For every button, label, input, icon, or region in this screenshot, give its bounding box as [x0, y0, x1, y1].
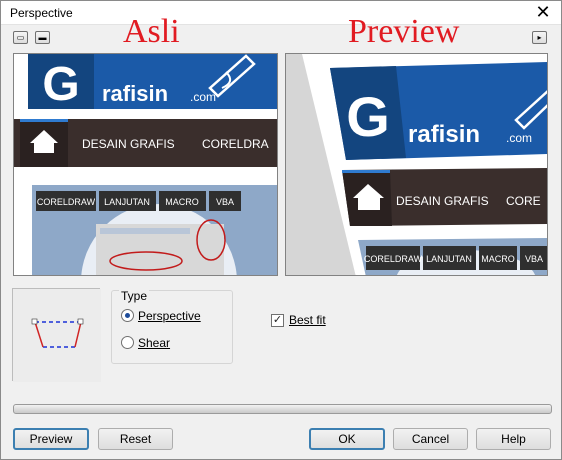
preview-image: G rafisin .com DESAIN GRAFIS CORE CORELD…: [286, 54, 547, 275]
tag-coreldraw: CORELDRAW: [37, 197, 96, 207]
tag-vba: VBA: [216, 197, 234, 207]
radio-perspective-label[interactable]: Perspective: [138, 309, 201, 323]
nav-item-coreldraw: CORELDRA: [202, 137, 269, 151]
perspective-dialog: Perspective ✕ ▭ ▬ ▸ Asli Preview G rafis…: [0, 0, 562, 460]
perspective-shape-icon: [13, 289, 101, 382]
title-bar: Perspective ✕: [1, 1, 561, 25]
logo-g-letter: G: [42, 58, 79, 111]
close-button[interactable]: ✕: [533, 2, 553, 22]
logo-suffix: .com: [190, 90, 216, 104]
perspective-thumbnail: [12, 288, 101, 382]
preview-logo-text: rafisin: [408, 121, 480, 148]
help-button[interactable]: Help: [476, 428, 551, 450]
radio-shear[interactable]: [121, 336, 134, 349]
preview-pane: G rafisin .com DESAIN GRAFIS CORE CORELD…: [285, 53, 548, 276]
play-arrow-icon[interactable]: ▸: [532, 31, 547, 44]
window-title: Perspective: [10, 6, 73, 20]
best-fit-checkbox[interactable]: ✓: [271, 314, 284, 327]
preview-tag-coreldraw: CORELDRAW: [364, 254, 423, 264]
tag-macro: MACRO: [165, 197, 199, 207]
minimize-icon[interactable]: ▬: [35, 31, 50, 44]
original-pane: G rafisin .com DESAIN GRAFIS CORELDRA CO…: [13, 53, 278, 276]
preview-header: Preview: [348, 13, 460, 50]
ok-button[interactable]: OK: [309, 428, 385, 450]
logo-text: rafisin: [102, 81, 168, 106]
restore-icon[interactable]: ▭: [13, 31, 28, 44]
reset-button[interactable]: Reset: [98, 428, 173, 450]
cancel-button[interactable]: Cancel: [393, 428, 468, 450]
best-fit-label[interactable]: Best fit: [289, 313, 326, 327]
tag-lanjutan: LANJUTAN: [104, 197, 150, 207]
type-legend: Type: [119, 289, 150, 303]
radio-perspective[interactable]: [121, 309, 134, 322]
progress-bar: [13, 404, 552, 414]
nav-item-desain: DESAIN GRAFIS: [82, 137, 175, 151]
preview-tag-lanjutan: LANJUTAN: [426, 254, 472, 264]
preview-logo-suffix: .com: [506, 131, 532, 145]
preview-tag-vba: VBA: [525, 254, 543, 264]
original-header: Asli: [123, 13, 180, 50]
radio-shear-label[interactable]: Shear: [138, 336, 170, 350]
preview-logo-g: G: [346, 85, 390, 148]
original-image: G rafisin .com DESAIN GRAFIS CORELDRA CO…: [14, 54, 277, 275]
preview-nav-core: CORE: [506, 194, 541, 208]
preview-button[interactable]: Preview: [13, 428, 89, 450]
preview-nav-desain: DESAIN GRAFIS: [396, 194, 489, 208]
preview-tag-macro: MACRO: [481, 254, 515, 264]
